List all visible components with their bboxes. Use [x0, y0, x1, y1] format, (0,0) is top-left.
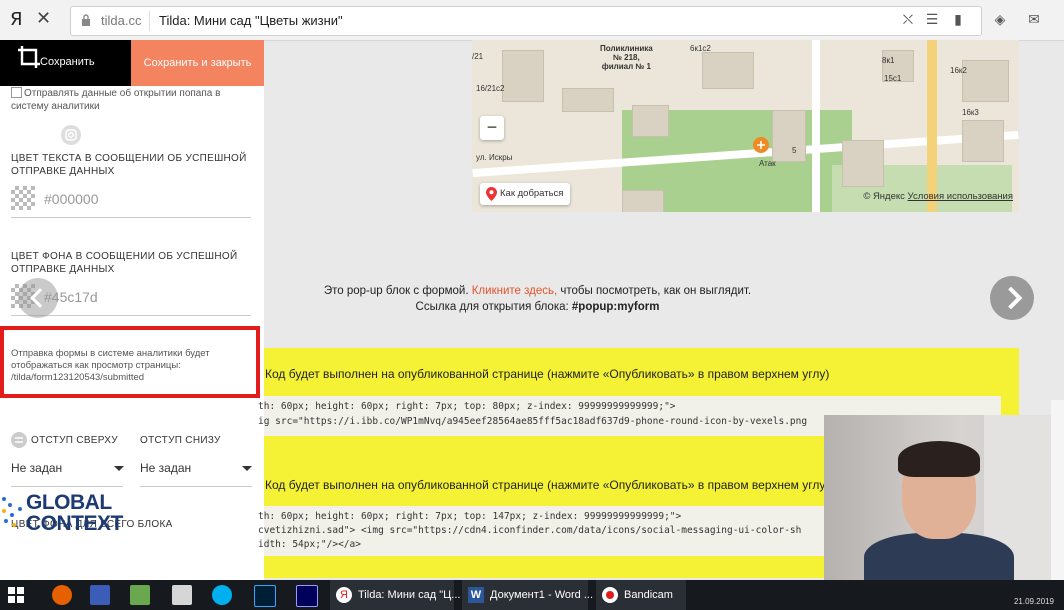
map-label-b7: 16к3: [962, 108, 979, 117]
map-widget[interactable]: Поликлиника № 218, филиал № 1 Атак ул. И…: [472, 40, 1019, 212]
map-copyright: © Яндекс Условия использования: [863, 191, 1013, 202]
browser-toolbar: Я ✕ tilda.cc Tilda: Мини сад "Цветы жизн…: [0, 0, 1064, 41]
analytics-checkbox-label-2: систему аналитики: [11, 101, 100, 112]
map-poi-pin-icon[interactable]: [752, 136, 770, 158]
analytics-checkbox-label: Отправлять данные об открытии попапа в: [24, 88, 221, 99]
url-domain: tilda.cc: [101, 13, 142, 28]
location-pin-icon: [486, 187, 497, 201]
padding-top-select[interactable]: Не задан: [11, 461, 62, 475]
feedback-icon[interactable]: ✉: [1026, 12, 1042, 28]
analytics-checkbox[interactable]: [11, 87, 22, 98]
map-label-b6: /21: [472, 52, 484, 61]
translate-icon[interactable]: ⛌: [900, 12, 916, 28]
taskbar-browser-item[interactable]: Я Tilda: Мини сад "Ц...: [330, 580, 460, 610]
image-viewer-icon[interactable]: [130, 585, 150, 605]
bookmark-icon[interactable]: ▮: [950, 12, 966, 28]
padding-bottom-label: ОТСТУП СНИЗУ: [140, 435, 221, 446]
success-text-color-header: ЦВЕТ ТЕКСТА В СООБЩЕНИИ ОБ УСПЕШНОЙ: [11, 153, 247, 164]
taskbar-bandicam-item[interactable]: Bandicam: [596, 580, 686, 610]
yandex-logo-icon[interactable]: Я: [10, 9, 23, 30]
analytics-note-text: Отправка формы в системе аналитики будет…: [11, 348, 210, 383]
watermark-line-2: CONTEXT: [26, 512, 123, 535]
save-button[interactable]: Сохранить: [0, 40, 131, 86]
photoshop-icon[interactable]: [254, 585, 276, 607]
map-label-b2: 8к1: [882, 56, 895, 65]
close-tab-icon[interactable]: ✕: [36, 8, 51, 29]
carousel-prev-button[interactable]: [18, 278, 58, 318]
save-disk-icon[interactable]: [90, 585, 110, 605]
reader-icon[interactable]: ☰: [924, 12, 940, 28]
padding-bottom-select[interactable]: Не задан: [140, 461, 191, 475]
code-notice-1: Код будет выполнен на опубликованной стр…: [265, 367, 830, 381]
map-label-clinic: Поликлиника № 218, филиал № 1: [600, 44, 653, 71]
firefox-icon[interactable]: [52, 585, 72, 605]
success-bg-color-header: ЦВЕТ ФОНА В СООБЩЕНИИ ОБ УСПЕШНОЙ: [11, 251, 238, 262]
color-swatch-text[interactable]: [11, 186, 35, 210]
padding-icon: [11, 432, 27, 448]
bandicam-icon: [602, 587, 618, 603]
instagram-icon: [61, 125, 81, 145]
map-label-b8: 5: [792, 146, 797, 155]
map-route-button[interactable]: Как добраться: [480, 183, 570, 205]
audition-icon[interactable]: [296, 585, 318, 607]
skype-icon[interactable]: [212, 585, 232, 605]
popup-preview-link[interactable]: Кликните здесь,: [472, 285, 557, 297]
map-label-b1: 6к1с2: [690, 44, 711, 53]
map-zoom-out-button[interactable]: −: [480, 116, 504, 140]
success-text-color-input[interactable]: #000000: [44, 191, 99, 207]
carousel-next-button[interactable]: [990, 276, 1034, 320]
crop-icon: [18, 46, 40, 68]
windows-taskbar: Я Tilda: Мини сад "Ц... W Документ1 - Wo…: [0, 580, 1064, 610]
analytics-note-highlight: Отправка формы в системе аналитики будет…: [0, 326, 260, 398]
taskbar-clock[interactable]: 21.09.2019: [1014, 597, 1054, 606]
notepad-icon[interactable]: [172, 585, 192, 605]
map-label-b3: 15с1: [884, 74, 902, 83]
padding-top-label: ОТСТУП СВЕРХУ: [31, 435, 118, 446]
map-label-b5: 16/21с2: [476, 84, 505, 93]
panel-topbar: Сохранить Сохранить и закрыть: [0, 40, 264, 86]
webcam-overlay: [824, 415, 1051, 580]
map-label-atak: Атак: [759, 159, 776, 168]
extension-icon[interactable]: ◈: [992, 12, 1008, 28]
popup-anchor-code: #popup:myform: [571, 301, 660, 313]
taskbar-word-item[interactable]: W Документ1 - Word ...: [462, 580, 593, 610]
success-bg-color-header-2: ОТПРАВКЕ ДАННЫХ: [11, 264, 115, 275]
success-text-color-header-2: ОТПРАВКЕ ДАННЫХ: [11, 166, 115, 177]
code-notice-2: Код будет выполнен на опубликованной стр…: [265, 478, 830, 492]
windows-start-icon[interactable]: [8, 587, 24, 603]
yandex-browser-icon: Я: [336, 587, 352, 603]
chevron-down-icon: [114, 466, 124, 471]
chevron-down-icon: [242, 466, 252, 471]
lock-icon: [82, 14, 90, 26]
popup-block-info: Это pop-up блок с формой. Кликните здесь…: [323, 285, 752, 313]
map-terms-link[interactable]: Условия использования: [908, 191, 1013, 202]
global-context-watermark: GLOBAL CONTEXT: [0, 485, 160, 540]
page-title: Tilda: Мини сад "Цветы жизни": [159, 13, 343, 28]
word-icon: W: [468, 587, 484, 603]
save-and-close-button[interactable]: Сохранить и закрыть: [131, 40, 264, 86]
map-label-street: ул. Искры: [476, 153, 513, 162]
address-bar[interactable]: tilda.cc Tilda: Мини сад "Цветы жизни": [70, 6, 982, 36]
map-label-b4: 16к2: [950, 66, 967, 75]
